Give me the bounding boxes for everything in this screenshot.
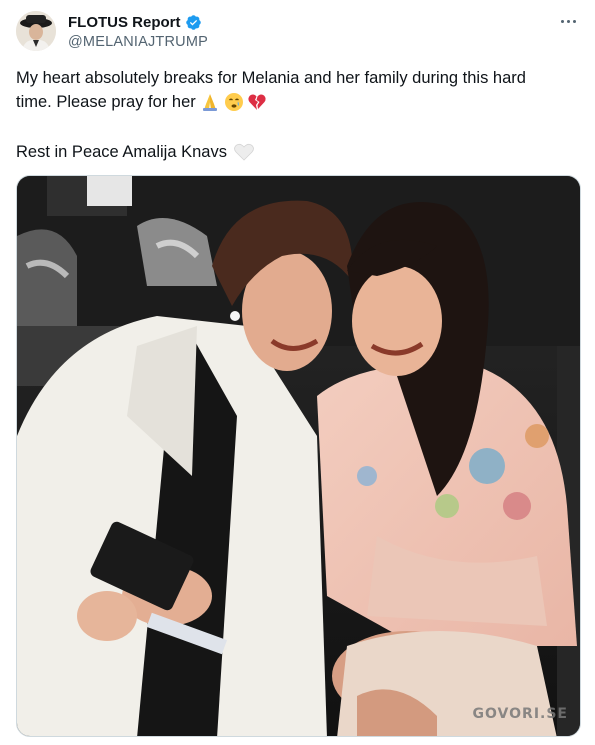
folded-hands-emoji-icon (202, 94, 217, 111)
tweet-header: FLOTUS Report @MELANIAJTRUMP (68, 12, 208, 51)
tweet-text: My heart absolutely breaks for Melania a… (16, 66, 581, 114)
photo-watermark: GOVORI.SE (472, 706, 568, 722)
more-dot-icon (572, 19, 576, 23)
avatar-image (16, 11, 56, 51)
more-dot-icon (560, 19, 564, 23)
handle[interactable]: @MELANIAJTRUMP (68, 34, 208, 50)
white-heart-emoji-icon (234, 143, 254, 161)
photo-image (17, 176, 580, 736)
more-options-button[interactable] (557, 12, 579, 30)
tweet-line-1: My heart absolutely breaks for Melania a… (16, 69, 526, 87)
display-name[interactable]: FLOTUS Report (68, 14, 181, 31)
tweet-line-2: time. Please pray for her (16, 90, 581, 114)
broken-heart-emoji-icon (248, 94, 266, 110)
crying-face-emoji-icon (224, 93, 243, 111)
tweet: FLOTUS Report @MELANIAJTRUMP My heart ab… (0, 0, 595, 745)
avatar[interactable] (16, 11, 56, 51)
verified-badge-icon (185, 14, 201, 30)
more-dot-icon (566, 19, 570, 23)
tweet-photo[interactable]: GOVORI.SE (16, 175, 581, 737)
tweet-line-3: Rest in Peace Amalija Knavs (16, 140, 255, 164)
